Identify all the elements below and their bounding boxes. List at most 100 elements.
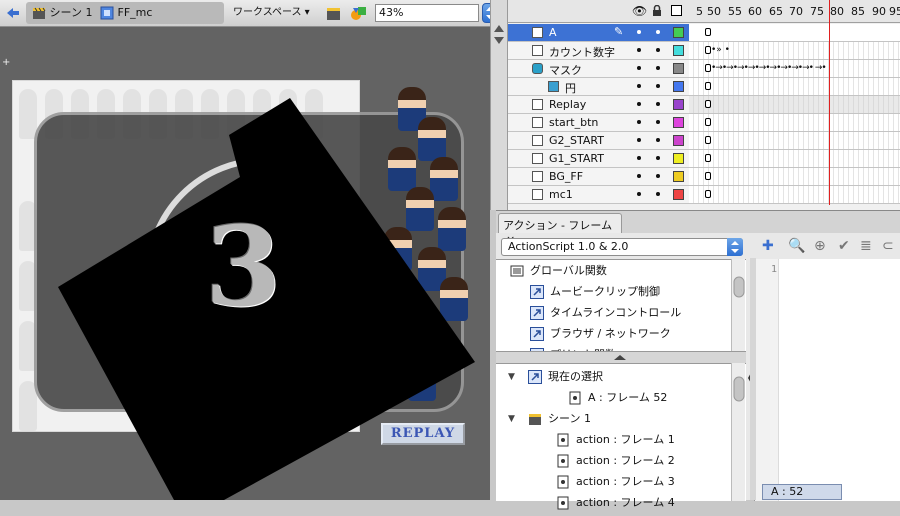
target-icon[interactable]: ⊕: [814, 238, 826, 254]
layer-color-swatch[interactable]: [673, 117, 684, 128]
keyframe-marker[interactable]: [705, 154, 711, 162]
layer-color-swatch[interactable]: [673, 189, 684, 200]
layer-color-swatch[interactable]: [673, 135, 684, 146]
add-item-icon[interactable]: ✚: [762, 238, 774, 254]
actions-tab[interactable]: アクション - フレーム ×: [498, 213, 622, 246]
layer-color-swatch[interactable]: [673, 81, 684, 92]
actionscript-version-select[interactable]: ActionScript 1.0 & 2.0: [501, 238, 743, 256]
layer-frames[interactable]: [689, 78, 900, 95]
layer-color-swatch[interactable]: [673, 171, 684, 182]
eye-icon[interactable]: 👁: [632, 5, 647, 17]
frame-ruler[interactable]: 5 50 55 60 65 70 75 80 85 90 95: [689, 0, 900, 23]
visibility-toggle[interactable]: [637, 48, 641, 52]
keyframe-marker[interactable]: [705, 172, 711, 180]
lock-icon[interactable]: [652, 4, 662, 19]
stage[interactable]: + 3 REPLAY: [0, 27, 490, 500]
disclosure-triangle-icon[interactable]: ▼: [508, 410, 515, 428]
keyframe-marker[interactable]: [705, 136, 711, 144]
visibility-toggle[interactable]: [637, 174, 641, 178]
lock-toggle[interactable]: [656, 30, 660, 34]
workspace-menu[interactable]: ワークスペース ▾: [233, 5, 310, 21]
lock-toggle[interactable]: [656, 156, 660, 160]
toolbox-item[interactable]: ムービークリップ制御: [530, 283, 660, 303]
navigator-item[interactable]: A : フレーム 52: [568, 389, 667, 409]
timeline-scrollbar[interactable]: [490, 0, 508, 210]
toolbox-item[interactable]: ブラウザ / ネットワーク: [530, 325, 671, 345]
layer-frames[interactable]: •→•→•→•→•→•→•→•→•→• →•: [689, 60, 900, 77]
toolbox-scrollbar[interactable]: [731, 259, 745, 351]
toolbox-splitter[interactable]: [496, 351, 746, 363]
toolbox-item[interactable]: タイムラインコントロール: [530, 304, 681, 324]
scene-breadcrumb[interactable]: シーン 1: [32, 5, 92, 21]
navigator-scrollbar[interactable]: [731, 363, 745, 501]
layer-color-swatch[interactable]: [673, 153, 684, 164]
layer-row[interactable]: mc1: [508, 186, 900, 204]
panel-divider[interactable]: [750, 258, 756, 500]
lock-toggle[interactable]: [656, 48, 660, 52]
layer-row[interactable]: Replay: [508, 96, 900, 114]
visibility-toggle[interactable]: [637, 66, 641, 70]
navigator-item[interactable]: ▼ 現在の選択: [508, 368, 603, 388]
visibility-toggle[interactable]: [637, 30, 641, 34]
layer-color-swatch[interactable]: [673, 45, 684, 56]
layer-frames[interactable]: [689, 24, 900, 41]
layer-frames[interactable]: [689, 96, 900, 113]
layer-row[interactable]: 円: [508, 78, 900, 96]
visibility-toggle[interactable]: [637, 156, 641, 160]
code-hint-icon[interactable]: ⊂: [882, 238, 894, 254]
navigator-item[interactable]: action : フレーム 1: [556, 431, 675, 451]
back-arrow-icon[interactable]: [5, 5, 21, 21]
keyframe-marker[interactable]: [705, 28, 711, 36]
layer-frames[interactable]: [689, 114, 900, 131]
keyframe-marker[interactable]: [705, 82, 711, 90]
lock-toggle[interactable]: [656, 192, 660, 196]
lock-toggle[interactable]: [656, 174, 660, 178]
layer-color-swatch[interactable]: [673, 99, 684, 110]
visibility-toggle[interactable]: [637, 138, 641, 142]
lock-toggle[interactable]: [656, 84, 660, 88]
auto-format-icon[interactable]: ≣: [860, 238, 872, 254]
layer-frames[interactable]: •» •: [689, 42, 900, 59]
navigator-item[interactable]: ▼ シーン 1: [508, 410, 591, 430]
script-editor[interactable]: 1: [754, 259, 900, 501]
check-syntax-icon[interactable]: ✔: [838, 238, 850, 254]
lock-toggle[interactable]: [656, 138, 660, 142]
layer-color-swatch[interactable]: [673, 27, 684, 38]
layer-row[interactable]: A ✎: [508, 24, 900, 42]
layer-row[interactable]: カウント数字 •» •: [508, 42, 900, 60]
layer-frames[interactable]: [689, 150, 900, 167]
replay-button[interactable]: REPLAY: [381, 423, 465, 445]
keyframe-marker[interactable]: [705, 118, 711, 126]
toolbox-category[interactable]: グローバル関数: [510, 262, 607, 282]
lock-toggle[interactable]: [656, 120, 660, 124]
layer-row[interactable]: G1_START: [508, 150, 900, 168]
lock-toggle[interactable]: [656, 66, 660, 70]
zoom-input[interactable]: 43%: [375, 4, 479, 22]
lock-toggle[interactable]: [656, 102, 660, 106]
layer-row[interactable]: マスク •→•→•→•→•→•→•→•→•→• →•: [508, 60, 900, 78]
edit-scene-icon[interactable]: [326, 5, 342, 21]
navigator-item[interactable]: action : フレーム 3: [556, 473, 675, 493]
visibility-toggle[interactable]: [637, 84, 641, 88]
keyframe-marker[interactable]: [705, 100, 711, 108]
keyframe-marker[interactable]: [705, 190, 711, 198]
disclosure-triangle-icon[interactable]: ▼: [508, 368, 515, 386]
visibility-toggle[interactable]: [637, 192, 641, 196]
layer-frames[interactable]: [689, 168, 900, 185]
layer-row[interactable]: G2_START: [508, 132, 900, 150]
symbol-breadcrumb[interactable]: FF_mc: [100, 5, 152, 21]
layer-row[interactable]: start_btn: [508, 114, 900, 132]
layer-frames[interactable]: [689, 132, 900, 149]
playhead[interactable]: [829, 0, 830, 205]
visibility-toggle[interactable]: [637, 120, 641, 124]
find-icon[interactable]: 🔍: [788, 238, 805, 254]
edit-symbol-icon[interactable]: [350, 5, 368, 21]
outline-icon[interactable]: [671, 5, 682, 18]
layer-row[interactable]: BG_FF: [508, 168, 900, 186]
navigator-item[interactable]: action : フレーム 4: [556, 494, 675, 514]
visibility-toggle[interactable]: [637, 102, 641, 106]
layer-color-swatch[interactable]: [673, 63, 684, 74]
navigator-item[interactable]: action : フレーム 2: [556, 452, 675, 472]
layer-frames[interactable]: [689, 186, 900, 203]
current-frame-tab[interactable]: A : 52: [762, 484, 842, 500]
